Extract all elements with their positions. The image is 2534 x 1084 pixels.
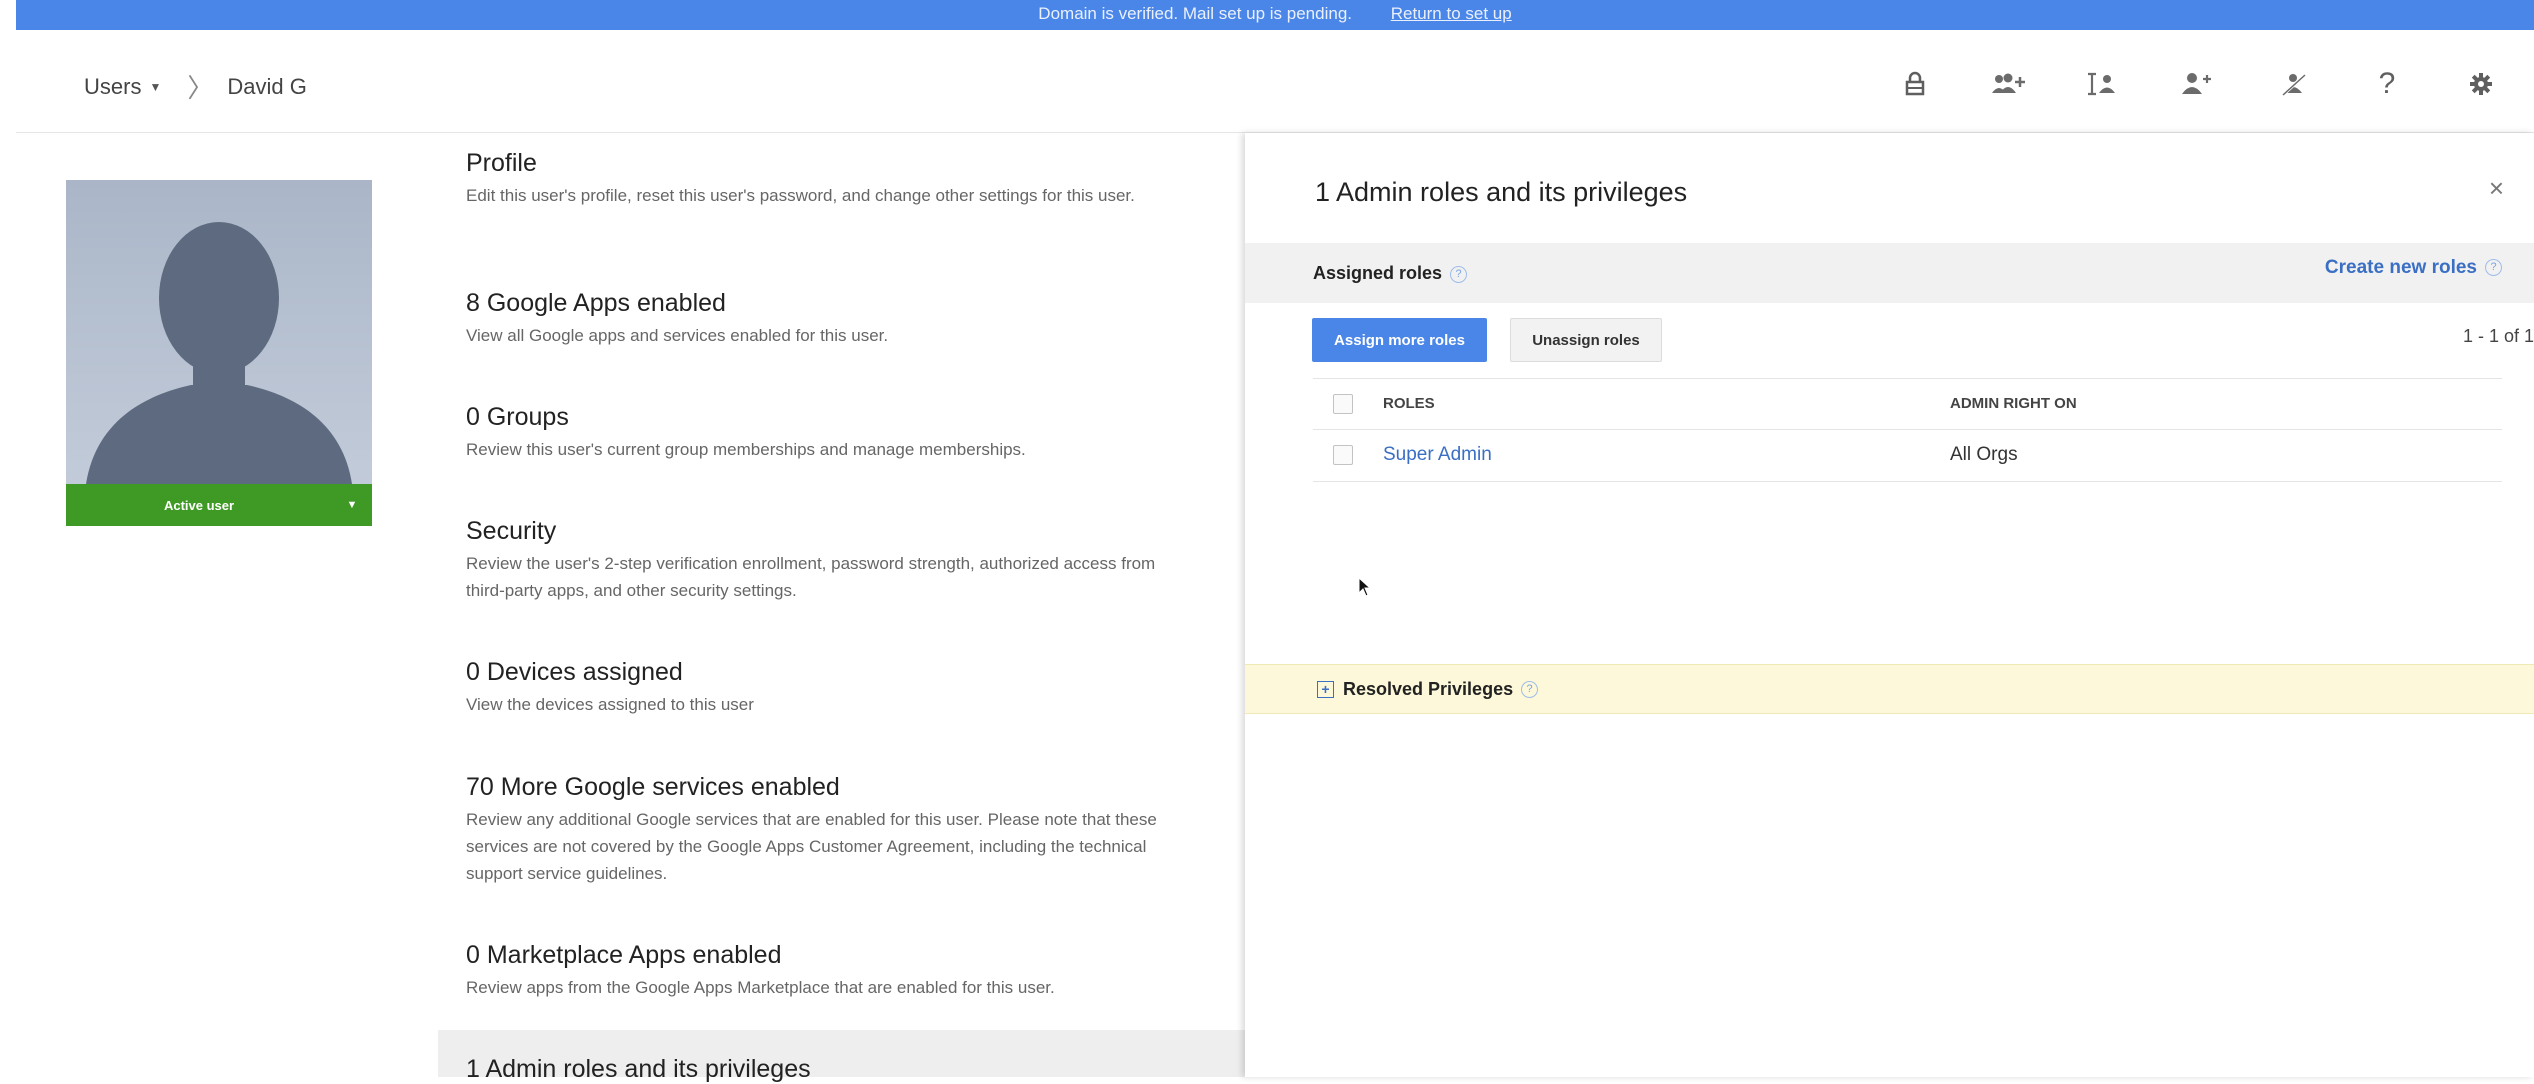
section-title: 0 Groups [466,403,569,431]
mouse-pointer-icon [1358,576,1372,602]
assigned-roles-text: Assigned roles [1313,263,1443,283]
add-group-icon[interactable] [1986,64,2032,104]
user-status-label: Active user [163,497,235,513]
expand-plus-icon[interactable]: + [1317,681,1334,698]
role-link[interactable]: Super Admin [1383,444,1492,466]
section-devices[interactable]: 0 Devices assigned View the devices assi… [466,657,1186,718]
pagination-text: 1 - 1 of 1 [2462,326,2534,346]
settings-icon[interactable] [2458,64,2504,104]
resolved-privileges-bar[interactable]: + Resolved Privileges? [1245,664,2534,714]
close-icon[interactable]: × [2489,173,2504,204]
select-all-checkbox[interactable] [1333,394,1353,414]
section-groups[interactable]: 0 Groups Review this user's current grou… [466,402,1186,463]
chevron-down-icon: ▼ [346,499,358,511]
resolved-privileges-text: Resolved Privileges [1343,679,1514,699]
section-description: Review the user's 2-step verification en… [466,554,1156,600]
return-to-setup-link[interactable]: Return to set up [1391,4,1512,23]
help-icon[interactable]: ? [2364,64,2410,104]
section-title: 8 Google Apps enabled [466,289,726,317]
section-description: Edit this user's profile, reset this use… [466,186,1135,205]
help-icon[interactable]: ? [2485,259,2502,277]
section-security[interactable]: Security Review the user's 2-step verifi… [466,516,1186,604]
roles-table-header: ROLES ADMIN RIGHT ON [1313,378,2502,430]
assign-more-roles-button[interactable]: Assign more roles [1312,318,1487,362]
breadcrumb-users[interactable]: Users [84,74,141,100]
section-description: Review apps from the Google Apps Marketp… [466,978,1055,997]
panel-title: 1 Admin roles and its privileges [1315,177,1688,207]
help-icon[interactable]: ? [1521,681,1539,698]
section-profile[interactable]: Profile Edit this user's profile, reset … [466,148,1186,209]
add-user-icon[interactable] [2174,64,2220,104]
section-title: Security [466,517,557,545]
notification-banner: Domain is verified. Mail set up is pendi… [16,0,2534,30]
unassign-roles-button[interactable]: Unassign roles [1510,318,1662,362]
chevron-down-icon[interactable]: ▼ [149,80,161,94]
section-description: Review any additional Google services th… [466,810,1157,883]
lock-icon[interactable] [1892,64,1938,104]
section-title: 0 Devices assigned [466,658,683,686]
section-title: 0 Marketplace Apps enabled [466,941,782,969]
help-icon[interactable]: ? [1450,265,1468,283]
section-description: View all Google apps and services enable… [466,326,889,345]
resolved-privileges-label: + Resolved Privileges? [1317,679,1539,700]
create-new-roles-link[interactable]: Create new roles? [2325,257,2502,279]
breadcrumb: Users ▼ 〉 David G [84,68,307,105]
banner-message: Domain is verified. Mail set up is pendi… [16,4,2534,24]
table-row[interactable]: Super Admin All Orgs [1313,429,2502,482]
admin-roles-panel: 1 Admin roles and its privileges × Assig… [1245,133,2534,1077]
section-description: Review this user's current group members… [466,440,1026,459]
user-avatar [66,180,372,484]
header-bar: Users ▼ 〉 David G ? [16,30,2534,133]
section-title: 70 More Google services enabled [466,773,840,801]
section-more-services[interactable]: 70 More Google services enabled Review a… [466,772,1186,887]
suspend-user-icon[interactable] [2271,64,2317,104]
user-status-dropdown[interactable]: Active user ▼ [66,484,372,526]
rename-user-icon[interactable] [2078,64,2124,104]
assigned-roles-label: Assigned roles? [1313,263,1468,284]
section-title: 1 Admin roles and its privileges [466,1055,811,1083]
section-google-apps[interactable]: 8 Google Apps enabled View all Google ap… [466,288,1186,349]
column-header-roles: ROLES [1383,395,1435,412]
section-description: View the devices assigned to this user [466,695,754,714]
admin-right-on-value: All Orgs [1950,444,2018,465]
banner-text: Domain is verified. Mail set up is pendi… [1038,4,1352,23]
section-marketplace-apps[interactable]: 0 Marketplace Apps enabled Review apps f… [466,940,1186,1001]
section-title: Profile [466,149,537,177]
column-header-admin-right-on: ADMIN RIGHT ON [1950,395,2077,412]
create-new-roles-text: Create new roles [2324,257,2477,278]
row-checkbox[interactable] [1333,445,1353,465]
breadcrumb-current-user: David G [227,73,307,99]
chevron-right-icon: 〉 [187,73,214,103]
